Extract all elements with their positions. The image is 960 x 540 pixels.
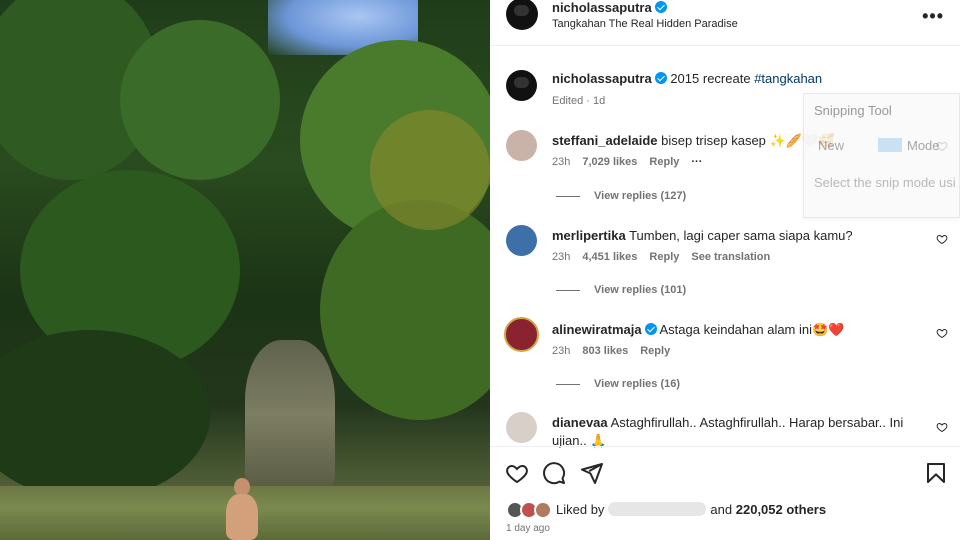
post-location[interactable]: Tangkahan The Real Hidden Paradise xyxy=(552,18,738,30)
commenter-username[interactable]: merlipertika xyxy=(552,228,626,243)
commenter-avatar[interactable] xyxy=(506,412,537,443)
comment-likes[interactable]: 803 likes xyxy=(582,345,628,357)
commenter-avatar[interactable] xyxy=(504,317,539,352)
more-options-icon[interactable]: ••• xyxy=(922,6,944,27)
caption-owner-avatar[interactable] xyxy=(506,70,537,101)
post-caption: nicholassaputra 2015 recreate #tangkahan xyxy=(552,71,822,86)
photo-foliage xyxy=(320,200,490,420)
see-translation-button[interactable]: See translation xyxy=(691,251,770,263)
likes-count[interactable]: 220,052 others xyxy=(736,502,826,517)
comment-text: Astaga keindahan alam ini🤩❤️ xyxy=(659,322,845,337)
post-header: nicholassaputra Tangkahan The Real Hidde… xyxy=(490,0,960,46)
redacted-username xyxy=(608,502,707,516)
bookmark-icon[interactable] xyxy=(924,461,948,485)
liked-by-prefix: Liked by xyxy=(556,502,605,517)
comment-likes[interactable]: 4,451 likes xyxy=(582,251,637,263)
like-comment-heart-icon[interactable] xyxy=(936,327,948,339)
hashtag-link[interactable]: #tangkahan xyxy=(754,71,822,86)
caption-username[interactable]: nicholassaputra xyxy=(552,71,652,86)
post-time: 1 day ago xyxy=(506,523,550,534)
commenter-avatar[interactable] xyxy=(506,225,537,256)
photo-person xyxy=(222,478,262,540)
commenter-username[interactable]: steffani_adelaide xyxy=(552,133,658,148)
liked-by-suffix: and xyxy=(710,502,733,517)
caption-text: 2015 recreate xyxy=(670,71,751,86)
comment-likes[interactable]: 7,029 likes xyxy=(582,156,637,168)
like-comment-heart-icon[interactable] xyxy=(936,233,948,245)
liker-avatar xyxy=(534,501,552,519)
photo-rock-wall xyxy=(245,340,335,490)
share-icon[interactable] xyxy=(580,461,604,485)
comment-time: 23h xyxy=(552,156,571,168)
snip-mode-button[interactable]: Mode xyxy=(878,138,940,153)
view-replies-button[interactable]: View replies (16) xyxy=(556,378,680,390)
verified-badge-icon xyxy=(654,1,667,13)
comment-time: 23h xyxy=(552,251,571,263)
caption-meta: Edited · 1d xyxy=(552,95,606,107)
photo-foliage xyxy=(120,20,280,180)
owner-username[interactable]: nicholassaputra xyxy=(552,0,652,15)
comment-icon[interactable] xyxy=(542,461,566,485)
post-photo[interactable] xyxy=(0,0,490,540)
like-comment-heart-icon[interactable] xyxy=(936,421,948,433)
reply-button[interactable]: Reply xyxy=(640,345,670,357)
verified-badge-icon xyxy=(644,323,657,335)
liker-avatars xyxy=(506,501,552,519)
comment-text: Tumben, lagi caper sama siapa kamu? xyxy=(629,228,853,243)
heart-icon[interactable] xyxy=(505,461,529,485)
view-replies-button[interactable]: View replies (101) xyxy=(556,284,686,296)
reply-button[interactable]: Reply xyxy=(649,251,679,263)
post-detail-panel: nicholassaputra Tangkahan The Real Hidde… xyxy=(490,0,960,540)
snip-help-text: Select the snip mode usi New button. xyxy=(814,175,960,190)
commenter-avatar[interactable] xyxy=(506,130,537,161)
view-replies-button[interactable]: View replies (127) xyxy=(556,190,686,202)
comment-more-icon[interactable]: ··· xyxy=(691,156,702,168)
commenter-username[interactable]: dianevaa xyxy=(552,415,608,430)
reply-button[interactable]: Reply xyxy=(649,156,679,168)
snipping-tool-window[interactable]: Snipping Tool New Mode Select the snip m… xyxy=(803,93,960,218)
photo-foliage xyxy=(370,110,490,230)
owner-avatar[interactable] xyxy=(506,0,538,30)
verified-badge-icon xyxy=(654,72,667,84)
commenter-username[interactable]: alinewiratmaja xyxy=(552,322,642,337)
comment-time: 23h xyxy=(552,345,571,357)
post-action-bar: Liked by and 220,052 others 1 day ago xyxy=(490,446,960,540)
snipping-tool-title: Snipping Tool xyxy=(814,103,892,118)
snip-new-button[interactable]: New xyxy=(818,138,844,153)
